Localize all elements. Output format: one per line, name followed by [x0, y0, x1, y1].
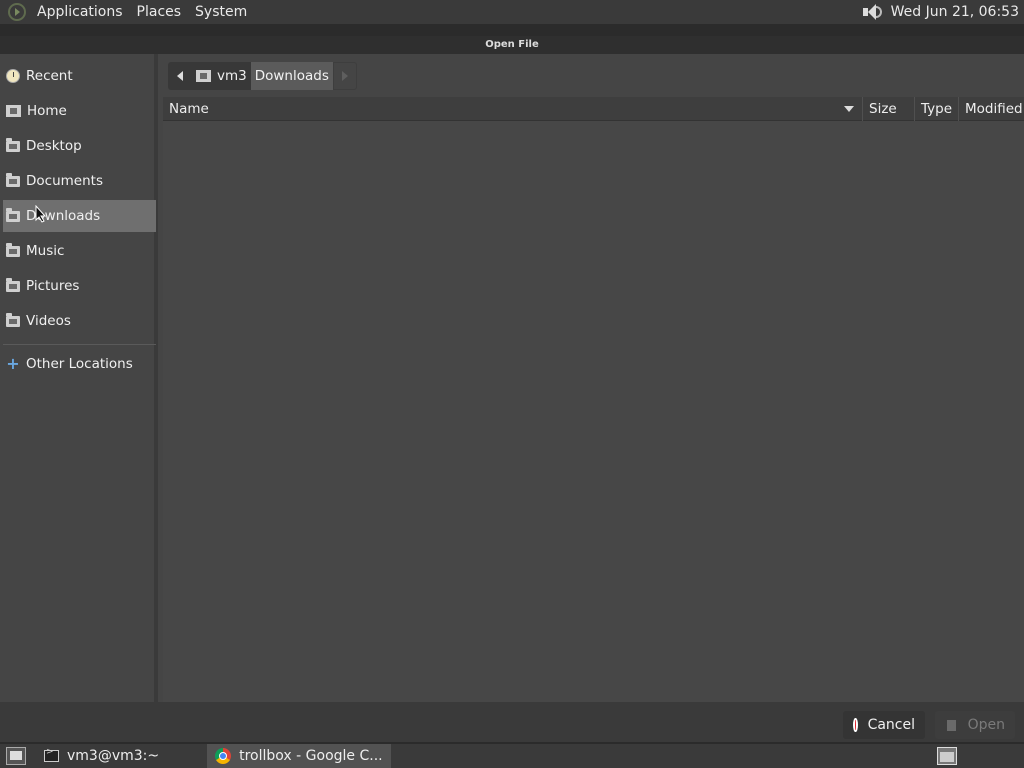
sidebar-item-label: Music	[26, 243, 65, 259]
folder-icon	[6, 172, 20, 187]
path-back-button[interactable]	[168, 62, 192, 90]
sidebar-item-videos[interactable]: Videos	[3, 305, 156, 337]
sidebar-item-pictures[interactable]: Pictures	[3, 270, 156, 302]
menu-system[interactable]: System	[188, 0, 254, 24]
sidebar-item-documents[interactable]: Documents	[3, 165, 156, 197]
column-header-size[interactable]: Size	[863, 96, 915, 121]
column-header-modified[interactable]: Modified	[959, 97, 1024, 121]
cancel-button-label: Cancel	[867, 717, 915, 733]
cancel-button[interactable]: Cancel	[843, 711, 925, 739]
path-segment-label: vm3	[217, 68, 247, 84]
file-list[interactable]: Name Size Type Modified	[163, 96, 1024, 702]
path-segment-downloads[interactable]: Downloads	[250, 62, 333, 90]
path-forward-button[interactable]	[332, 62, 357, 90]
folder-icon	[6, 242, 20, 257]
plus-icon: +	[6, 354, 20, 373]
dialog-title[interactable]: Open File	[0, 36, 1024, 54]
column-header-type[interactable]: Type	[915, 96, 959, 121]
sidebar-item-label: Desktop	[26, 138, 82, 154]
home-folder-icon	[6, 105, 21, 117]
show-desktop-icon[interactable]	[6, 747, 26, 765]
column-label: Name	[169, 100, 209, 117]
sidebar-item-label: Documents	[26, 173, 103, 189]
taskbar-item-label: trollbox - Google C...	[239, 748, 383, 764]
folder-icon	[6, 277, 20, 292]
distro-logo-icon[interactable]	[8, 3, 26, 21]
sidebar-item-recent[interactable]: Recent	[3, 60, 156, 92]
open-button-label: Open	[967, 717, 1005, 733]
sidebar-item-label: Other Locations	[26, 356, 133, 372]
terminal-icon	[44, 747, 59, 762]
folder-icon	[6, 312, 20, 327]
file-list-header: Name Size Type Modified	[163, 96, 1024, 121]
open-file-dialog: Open File Recent Home Desktop Documents …	[0, 36, 1024, 742]
taskbar-item-chrome[interactable]: trollbox - Google C...	[207, 744, 391, 768]
sidebar-item-music[interactable]: Music	[3, 235, 156, 267]
menu-applications[interactable]: Applications	[30, 0, 130, 24]
sidebar-item-label: Recent	[26, 68, 73, 84]
volume-icon[interactable]	[861, 3, 883, 21]
cancel-icon	[853, 718, 858, 732]
path-bar: vm3 Downloads	[168, 62, 357, 90]
sidebar-separator	[3, 344, 156, 345]
column-header-name[interactable]: Name	[163, 96, 863, 121]
workspace-switcher-icon[interactable]	[937, 747, 957, 765]
sidebar-item-desktop[interactable]: Desktop	[3, 130, 156, 162]
folder-icon	[6, 207, 20, 222]
bottom-panel: vm3@vm3:~ trollbox - Google C...	[0, 744, 1024, 768]
dialog-button-bar: Cancel Open	[0, 702, 1024, 742]
sidebar-item-downloads[interactable]: Downloads	[3, 200, 156, 232]
open-button[interactable]: Open	[935, 711, 1015, 739]
places-sidebar: Recent Home Desktop Documents Downloads …	[0, 54, 158, 702]
taskbar-item-label: vm3@vm3:~	[67, 748, 160, 764]
top-panel: Applications Places System Wed Jun 21, 0…	[0, 0, 1024, 24]
recent-icon	[6, 69, 20, 83]
folder-icon	[6, 137, 20, 152]
open-folder-icon	[947, 719, 956, 731]
sidebar-item-other-locations[interactable]: + Other Locations	[3, 348, 156, 380]
sort-down-icon	[844, 105, 854, 112]
sidebar-item-home[interactable]: Home	[3, 95, 156, 127]
chrome-icon	[215, 748, 232, 764]
clock[interactable]: Wed Jun 21, 06:53	[891, 4, 1019, 20]
sidebar-item-label: Videos	[26, 313, 71, 329]
menu-places[interactable]: Places	[130, 0, 189, 24]
path-segment-home[interactable]: vm3	[192, 62, 251, 90]
sidebar-item-label: Home	[27, 103, 67, 119]
home-folder-icon	[196, 70, 211, 82]
taskbar-item-terminal[interactable]: vm3@vm3:~	[36, 744, 167, 768]
sidebar-item-label: Pictures	[26, 278, 80, 294]
